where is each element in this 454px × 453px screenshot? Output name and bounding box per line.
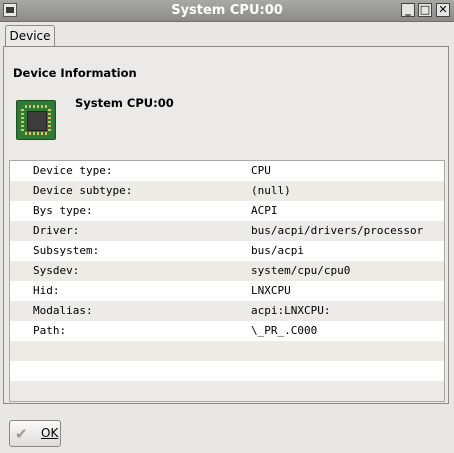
- table-row[interactable]: Device type: CPU: [10, 161, 444, 181]
- property-key: Device subtype:: [33, 184, 133, 197]
- table-row[interactable]: Path: \_PR_.C000: [10, 321, 444, 341]
- cpu-chip-icon: [16, 100, 56, 140]
- property-value: LNXCPU: [251, 284, 291, 297]
- window-title: System CPU:00: [171, 3, 283, 18]
- table-row[interactable]: Subsystem: bus/acpi: [10, 241, 444, 261]
- property-key: Device type:: [33, 164, 113, 177]
- device-name: System CPU:00: [75, 96, 174, 110]
- property-key: Modalias:: [33, 304, 93, 317]
- table-row[interactable]: Modalias: acpi:LNXCPU:: [10, 301, 444, 321]
- property-value: system/cpu/cpu0: [251, 264, 351, 277]
- property-value: (null): [251, 184, 291, 197]
- table-row-empty: [10, 361, 444, 381]
- tab-device[interactable]: Device: [5, 25, 55, 47]
- property-value: bus/acpi/drivers/processor: [251, 224, 424, 237]
- properties-table[interactable]: Device type: CPU Device subtype: (null) …: [9, 160, 445, 402]
- close-icon: ✕: [438, 3, 448, 16]
- property-value: CPU: [251, 164, 271, 177]
- table-row-empty: [10, 381, 444, 401]
- ok-button[interactable]: ✔ OK: [9, 420, 61, 447]
- table-row[interactable]: Device subtype: (null): [10, 181, 444, 201]
- table-row[interactable]: Sysdev: system/cpu/cpu0: [10, 261, 444, 281]
- table-row[interactable]: Bys type: ACPI: [10, 201, 444, 221]
- device-panel: Device Information System CPU:00 Device …: [3, 46, 449, 404]
- property-value: acpi:LNXCPU:: [251, 304, 331, 317]
- title-bar[interactable]: System CPU:00 _ □ ✕: [0, 0, 454, 22]
- minimize-button[interactable]: _: [401, 3, 415, 17]
- check-icon: ✔: [15, 425, 28, 443]
- maximize-button[interactable]: □: [418, 3, 432, 17]
- property-value: bus/acpi: [251, 244, 304, 257]
- section-title: Device Information: [13, 66, 137, 80]
- property-key: Subsystem:: [33, 244, 100, 257]
- property-key: Path:: [33, 324, 67, 337]
- property-key: Hid:: [33, 284, 60, 297]
- close-button[interactable]: ✕: [436, 3, 450, 17]
- table-row[interactable]: Driver: bus/acpi/drivers/processor: [10, 221, 444, 241]
- property-value: \_PR_.C000: [251, 324, 318, 337]
- table-row-empty: [10, 341, 444, 361]
- maximize-icon: □: [419, 3, 431, 16]
- minimize-icon: _: [405, 3, 411, 16]
- property-key: Bys type:: [33, 204, 93, 217]
- ok-button-label: OK: [41, 426, 59, 440]
- table-row[interactable]: Hid: LNXCPU: [10, 281, 444, 301]
- property-key: Driver:: [33, 224, 80, 237]
- property-key: Sysdev:: [33, 264, 80, 277]
- property-value: ACPI: [251, 204, 278, 217]
